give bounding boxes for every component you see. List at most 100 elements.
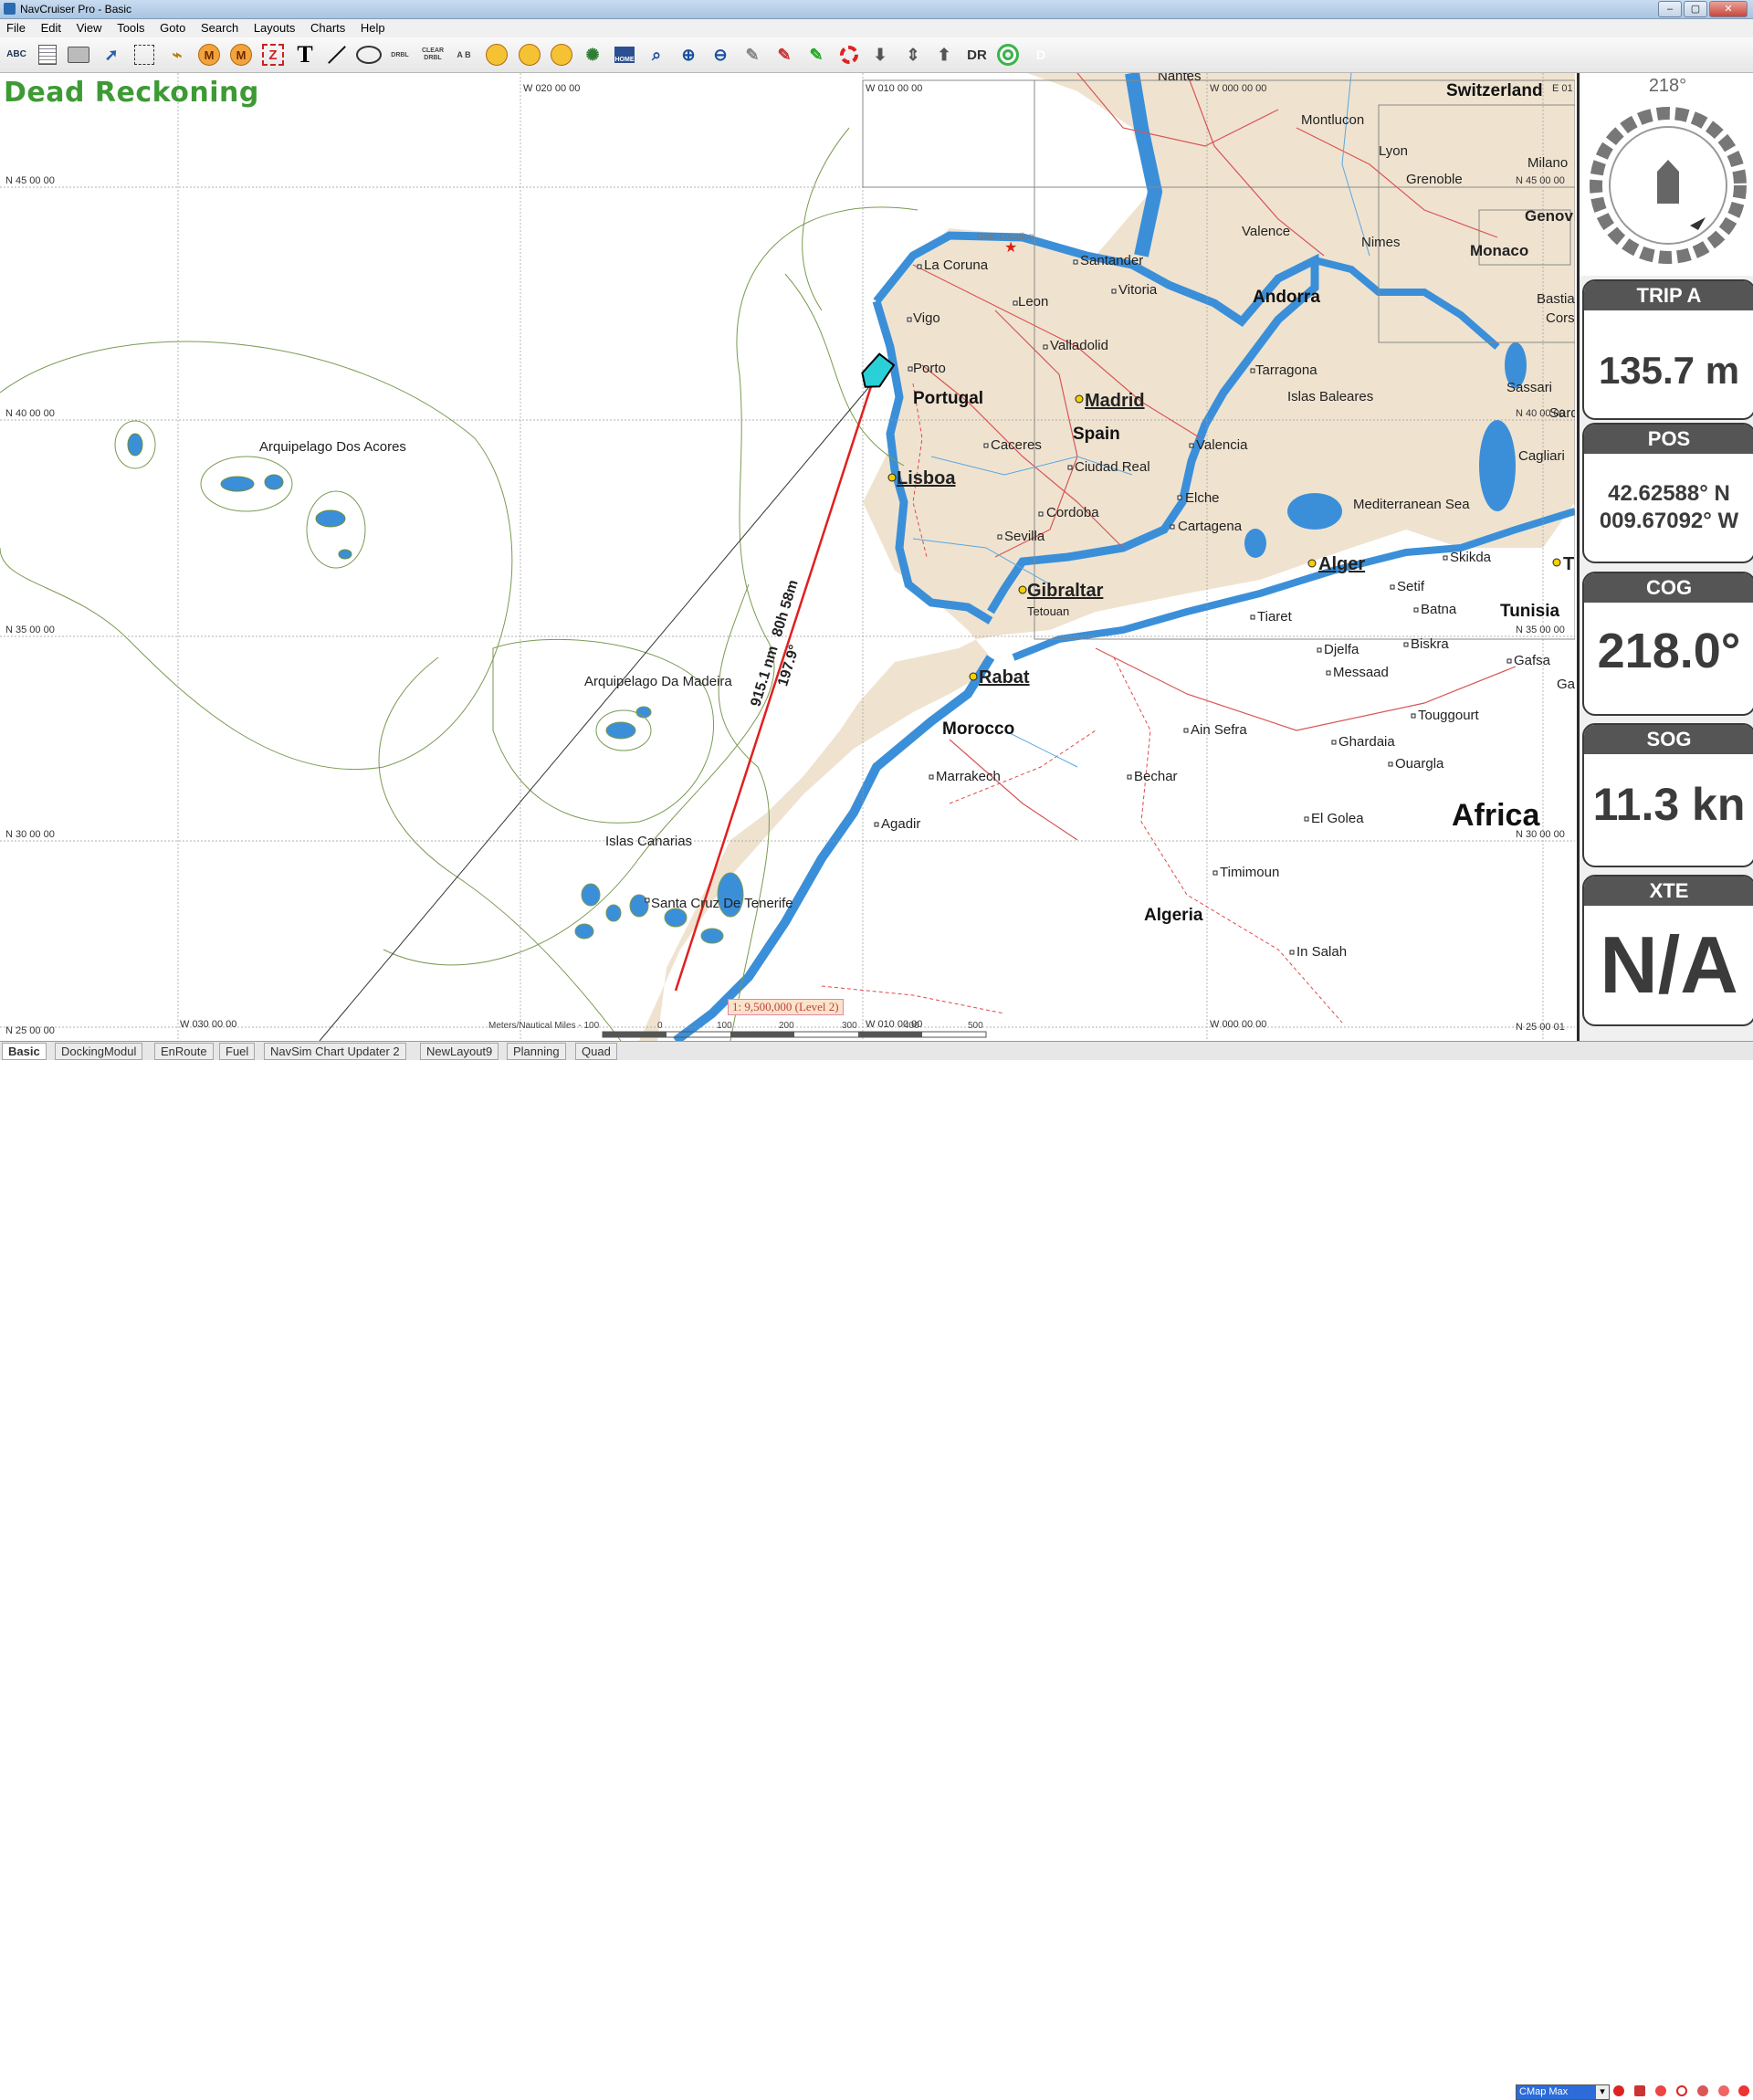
menu-view[interactable]: View xyxy=(70,19,108,35)
region-mediterranean: Mediterranean Sea xyxy=(1353,497,1470,512)
select-rect-icon[interactable] xyxy=(131,42,157,68)
maximize-button[interactable]: ▢ xyxy=(1684,1,1707,17)
city-sard-partial: Sard xyxy=(1549,405,1575,421)
close-button[interactable]: ✕ xyxy=(1709,1,1748,17)
text-icon[interactable]: T xyxy=(292,42,318,68)
zoom-out-icon[interactable]: ⊖ xyxy=(708,42,733,68)
arrow-up-icon[interactable]: ⬆ xyxy=(931,42,957,68)
tab-dockingmodul[interactable]: DockingModul xyxy=(55,1043,143,1060)
title-bar: NavCruiser Pro - Basic – ▢ ✕ xyxy=(0,0,1753,19)
lon-label-w000: W 000 00 00 xyxy=(1210,83,1266,94)
city-ghardaia: Ghardaia xyxy=(1338,734,1395,750)
zoom-in-icon[interactable]: ⊕ xyxy=(676,42,701,68)
menu-goto[interactable]: Goto xyxy=(153,19,191,35)
region-madeira: Arquipelago Da Madeira xyxy=(584,674,732,689)
timer3-icon[interactable] xyxy=(549,42,574,68)
menu-edit[interactable]: Edit xyxy=(35,19,67,35)
radar-icon[interactable] xyxy=(995,42,1021,68)
lon-label-e01: E 01 xyxy=(1552,83,1573,94)
tab-planning[interactable]: Planning xyxy=(507,1043,566,1060)
chart-type-select[interactable]: CMap Max ▾ xyxy=(1516,2084,1610,2100)
scale-tick-100: 100 xyxy=(717,1021,732,1031)
signal-icon[interactable] xyxy=(1655,2085,1666,2096)
plane-icon[interactable] xyxy=(1718,2085,1729,2096)
city-ciudad-real: Ciudad Real xyxy=(1075,459,1150,475)
menu-charts[interactable]: Charts xyxy=(304,19,351,35)
city-madrid: Madrid xyxy=(1085,391,1145,411)
clear-drbl-icon[interactable]: CLEAR DRBL xyxy=(420,42,446,68)
city-tarragona: Tarragona xyxy=(1255,362,1317,378)
country-morocco: Morocco xyxy=(942,719,1014,739)
city-nantes: Nantes xyxy=(1158,73,1202,84)
tab-enroute[interactable]: EnRoute xyxy=(154,1043,214,1060)
route-icon[interactable]: ⌁ xyxy=(164,42,190,68)
ellipse-icon[interactable] xyxy=(356,42,382,68)
record-icon[interactable] xyxy=(1613,2085,1624,2096)
layout-tabs: Basic DockingModul EnRoute Fuel NavSim C… xyxy=(0,1041,1753,2100)
lat-label-25: N 25 00 00 xyxy=(5,1025,55,1036)
chart-canvas[interactable]: 915.1 nm 80h 58m 197.9° Goto Location ★ … xyxy=(0,73,1575,1041)
lat-label-45-inner: N 45 00 00 xyxy=(1516,175,1565,186)
menu-tools[interactable]: Tools xyxy=(110,19,150,35)
lat-label-25-inner: N 25 00 01 xyxy=(1516,1022,1565,1033)
drbl-icon[interactable]: DRBL xyxy=(387,42,413,68)
marker-m-icon[interactable]: M xyxy=(196,42,222,68)
country-algeria: Algeria xyxy=(1144,906,1203,925)
city-valladolid: Valladolid xyxy=(1050,338,1108,353)
scale-tick-0: 0 xyxy=(657,1021,663,1031)
abc-icon[interactable]: ABC xyxy=(4,42,29,68)
marker-m2-icon[interactable]: M xyxy=(228,42,254,68)
city-ain-sefra: Ain Sefra xyxy=(1191,722,1247,738)
timer-icon[interactable] xyxy=(484,42,509,68)
tab-fuel[interactable]: Fuel xyxy=(219,1043,256,1060)
wheel-icon[interactable] xyxy=(1738,2085,1749,2096)
city-marrakech: Marrakech xyxy=(936,769,1001,784)
menu-file[interactable]: File xyxy=(0,19,31,35)
tab-newlayout9[interactable]: NewLayout9 xyxy=(420,1043,499,1060)
anchor-icon[interactable] xyxy=(1697,2085,1708,2096)
instrument-panel: 218° TRIP A 135.7 m POS 42.62588° N 009.… xyxy=(1577,73,1753,1041)
window-title: NavCruiser Pro - Basic xyxy=(20,3,132,16)
home-icon[interactable]: HOME xyxy=(612,42,637,68)
city-tetouan: Tetouan xyxy=(1027,604,1069,618)
dr-icon[interactable]: DR xyxy=(964,42,990,68)
marker-z-icon[interactable]: Z xyxy=(260,42,286,68)
city-sevilla: Sevilla xyxy=(1004,529,1045,544)
scale-tick-500: 500 xyxy=(968,1021,983,1031)
lifebuoy-icon[interactable] xyxy=(836,42,862,68)
tab-quad[interactable]: Quad xyxy=(575,1043,617,1060)
sog-label: SOG xyxy=(1584,725,1753,754)
city-gafsa: Gafsa xyxy=(1514,653,1551,668)
world-icon[interactable]: ✺ xyxy=(580,42,605,68)
line-icon[interactable] xyxy=(324,42,350,68)
lifebuoy-status-icon[interactable] xyxy=(1676,2085,1687,2096)
city-corse: Corse xyxy=(1546,310,1575,326)
menu-help[interactable]: Help xyxy=(354,19,391,35)
pencil3-icon[interactable]: ✎ xyxy=(803,42,829,68)
zoom-box-icon[interactable]: ⌕ xyxy=(644,42,669,68)
route-time-label: 80h 58m xyxy=(770,578,802,638)
city-touggourt: Touggourt xyxy=(1418,708,1480,723)
arrow-down-icon[interactable]: ⬇ xyxy=(867,42,893,68)
tab-basic[interactable]: Basic xyxy=(2,1043,47,1060)
menu-layouts[interactable]: Layouts xyxy=(247,19,301,35)
pencil-icon[interactable]: ✎ xyxy=(740,42,765,68)
minimize-button[interactable]: – xyxy=(1658,1,1682,17)
print-icon[interactable] xyxy=(66,42,91,68)
city-grenoble: Grenoble xyxy=(1406,172,1463,187)
menu-search[interactable]: Search xyxy=(194,19,244,35)
ruler-ab-icon[interactable]: A B xyxy=(451,42,477,68)
city-gibraltar: Gibraltar xyxy=(1027,581,1104,601)
city-porto: Porto xyxy=(913,361,946,376)
timer2-icon[interactable] xyxy=(517,42,542,68)
island-sardinia xyxy=(1479,420,1516,511)
heading-line xyxy=(319,383,873,1041)
tab-navsim-chart-updater[interactable]: NavSim Chart Updater 2 xyxy=(264,1043,406,1060)
arrow-updown-icon[interactable]: ⇕ xyxy=(900,42,926,68)
pointer-icon[interactable]: ➚ xyxy=(99,42,124,68)
alarm-icon[interactable] xyxy=(1634,2085,1645,2096)
lat-label-35: N 35 00 00 xyxy=(5,625,55,635)
table-icon[interactable] xyxy=(35,42,60,68)
city-tiaret: Tiaret xyxy=(1257,609,1293,625)
pencil2-icon[interactable]: ✎ xyxy=(772,42,797,68)
